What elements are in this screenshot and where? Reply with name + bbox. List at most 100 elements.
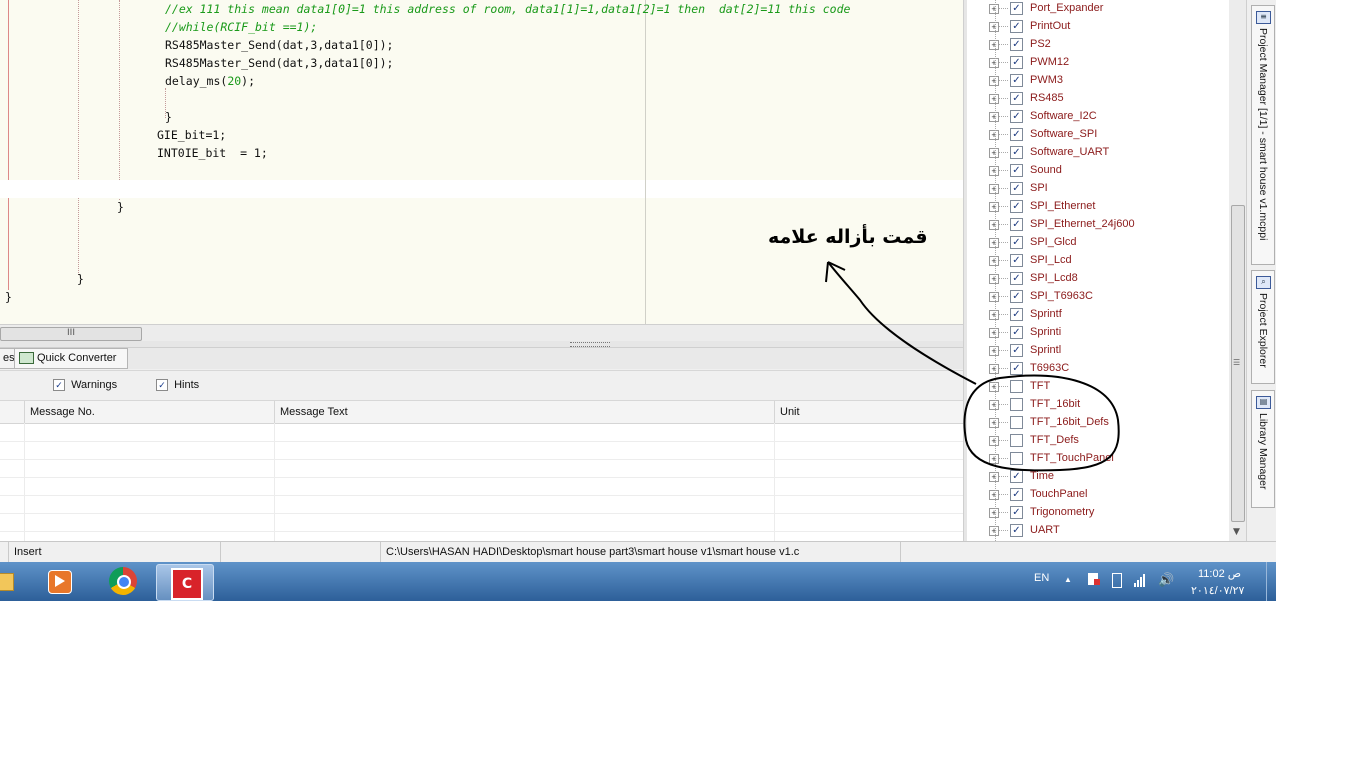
expand-plus-icon[interactable]: + [989,490,999,500]
filter-warnings[interactable]: ✓ Warnings [53,379,117,392]
hints-checkbox[interactable]: ✓ [156,379,168,392]
library-checkbox[interactable]: ✓ [1010,470,1023,483]
tree-item[interactable]: + ✓ Software_UART [967,144,1229,162]
library-checkbox[interactable]: ✓ [1010,164,1023,177]
tree-item[interactable]: + ✓ PWM3 [967,72,1229,90]
tree-item[interactable]: + ✓ SPI_Ethernet [967,198,1229,216]
expand-plus-icon[interactable]: + [989,130,999,140]
tray-language[interactable]: EN [1034,572,1049,584]
library-checkbox[interactable]: ✓ [1010,254,1023,267]
expand-plus-icon[interactable]: + [989,346,999,356]
expand-plus-icon[interactable]: + [989,76,999,86]
expand-plus-icon[interactable]: + [989,526,999,536]
table-row[interactable] [0,460,963,478]
tray-show-hidden-icon[interactable]: ▲ [1064,575,1072,584]
tree-item[interactable]: + ✓ PS2 [967,36,1229,54]
tree-item[interactable]: + ✓ Sprintf [967,306,1229,324]
library-checkbox[interactable] [1010,452,1023,465]
warnings-checkbox[interactable]: ✓ [53,379,65,392]
library-checkbox[interactable]: ✓ [1010,200,1023,213]
taskbar-mikroc[interactable]: C [156,564,214,601]
expand-plus-icon[interactable]: + [989,436,999,446]
table-row[interactable] [0,424,963,442]
taskbar-media-player[interactable] [35,564,85,599]
library-checkbox[interactable]: ✓ [1010,128,1023,141]
column-message-text[interactable]: Message Text [274,401,774,423]
expand-plus-icon[interactable]: + [989,148,999,158]
expand-plus-icon[interactable]: + [989,22,999,32]
scroll-down-arrow-icon[interactable]: ▼ [1233,527,1240,537]
tree-item[interactable]: + TFT [967,378,1229,396]
column-unit[interactable]: Unit [774,401,964,423]
tree-item[interactable]: + TFT_TouchPanel [967,450,1229,468]
tree-item[interactable]: + ✓ Sprintl [967,342,1229,360]
tree-item[interactable]: + ✓ Sprinti [967,324,1229,342]
tree-item[interactable]: + ✓ SPI [967,180,1229,198]
library-checkbox[interactable]: ✓ [1010,182,1023,195]
messages-grid[interactable]: Message No. Message Text Unit [0,401,963,541]
tree-item[interactable]: + ✓ SPI_T6963C [967,288,1229,306]
library-checkbox[interactable] [1010,434,1023,447]
tab-quick-converter[interactable]: Quick Converter [14,348,128,369]
battery-icon[interactable] [1112,573,1122,591]
expand-plus-icon[interactable]: + [989,400,999,410]
library-checkbox[interactable]: ✓ [1010,38,1023,51]
library-checkbox[interactable]: ✓ [1010,110,1023,123]
library-checkbox[interactable]: ✓ [1010,326,1023,339]
table-row[interactable] [0,478,963,496]
column-message-no[interactable]: Message No. [24,401,274,423]
library-checkbox[interactable]: ✓ [1010,272,1023,285]
expand-plus-icon[interactable]: + [989,382,999,392]
tab-project-explorer[interactable]: ⌕ Project Explorer [1251,270,1275,384]
expand-plus-icon[interactable]: + [989,94,999,104]
taskbar-chrome[interactable] [97,564,147,599]
expand-plus-icon[interactable]: + [989,292,999,302]
expand-plus-icon[interactable]: + [989,220,999,230]
library-manager-tree[interactable]: + ✓ Port_Expander + ✓ PrintOut + ✓ PS2 + ✓ PWM12 + ✓ P… [967,0,1229,541]
expand-plus-icon[interactable]: + [989,508,999,518]
network-icon[interactable] [1134,574,1145,590]
expand-plus-icon[interactable]: + [989,310,999,320]
tray-time[interactable]: 11:02 ص [1198,567,1241,580]
library-checkbox[interactable]: ✓ [1010,74,1023,87]
tree-item[interactable]: + ✓ UART [967,522,1229,540]
tree-vertical-scrollbar[interactable]: ☰ ▼ [1229,0,1246,541]
library-checkbox[interactable] [1010,380,1023,393]
library-checkbox[interactable]: ✓ [1010,218,1023,231]
library-checkbox[interactable] [1010,416,1023,429]
tree-item[interactable]: + ✓ SPI_Lcd [967,252,1229,270]
library-checkbox[interactable]: ✓ [1010,290,1023,303]
expand-plus-icon[interactable]: + [989,274,999,284]
editor-horizontal-scrollbar[interactable]: III [0,324,963,342]
table-row[interactable] [0,442,963,460]
code-editor[interactable]: //ex 111 this mean data1[0]=1 this addre… [0,0,963,324]
table-row[interactable] [0,514,963,532]
tree-item[interactable]: + ✓ T6963C [967,360,1229,378]
tree-item[interactable]: + ✓ Port_Expander [967,0,1229,18]
tab-project-manager[interactable]: ≡ Project Manager [1/1] - smart house v1… [1251,5,1275,265]
expand-plus-icon[interactable]: + [989,472,999,482]
library-checkbox[interactable] [1010,398,1023,411]
library-checkbox[interactable]: ✓ [1010,362,1023,375]
show-desktop-button[interactable] [1266,562,1276,601]
expand-plus-icon[interactable]: + [989,364,999,374]
library-checkbox[interactable]: ✓ [1010,344,1023,357]
library-checkbox[interactable]: ✓ [1010,20,1023,33]
expand-plus-icon[interactable]: + [989,4,999,14]
expand-plus-icon[interactable]: + [989,238,999,248]
tab-library-manager[interactable]: ▤ Library Manager [1251,390,1275,508]
library-checkbox[interactable]: ✓ [1010,524,1023,537]
expand-plus-icon[interactable]: + [989,166,999,176]
expand-plus-icon[interactable]: + [989,40,999,50]
library-checkbox[interactable]: ✓ [1010,236,1023,249]
expand-plus-icon[interactable]: + [989,328,999,338]
tree-item[interactable]: + ✓ Time [967,468,1229,486]
splitter-grip[interactable] [570,342,610,347]
scrollbar-thumb[interactable]: III [0,327,142,341]
panel-splitter[interactable] [0,341,963,348]
tree-item[interactable]: + TFT_16bit_Defs [967,414,1229,432]
tree-item[interactable]: + ✓ SPI_Ethernet_24j600 [967,216,1229,234]
tree-item[interactable]: + TFT_16bit [967,396,1229,414]
tree-item[interactable]: + ✓ Software_SPI [967,126,1229,144]
expand-plus-icon[interactable]: + [989,256,999,266]
